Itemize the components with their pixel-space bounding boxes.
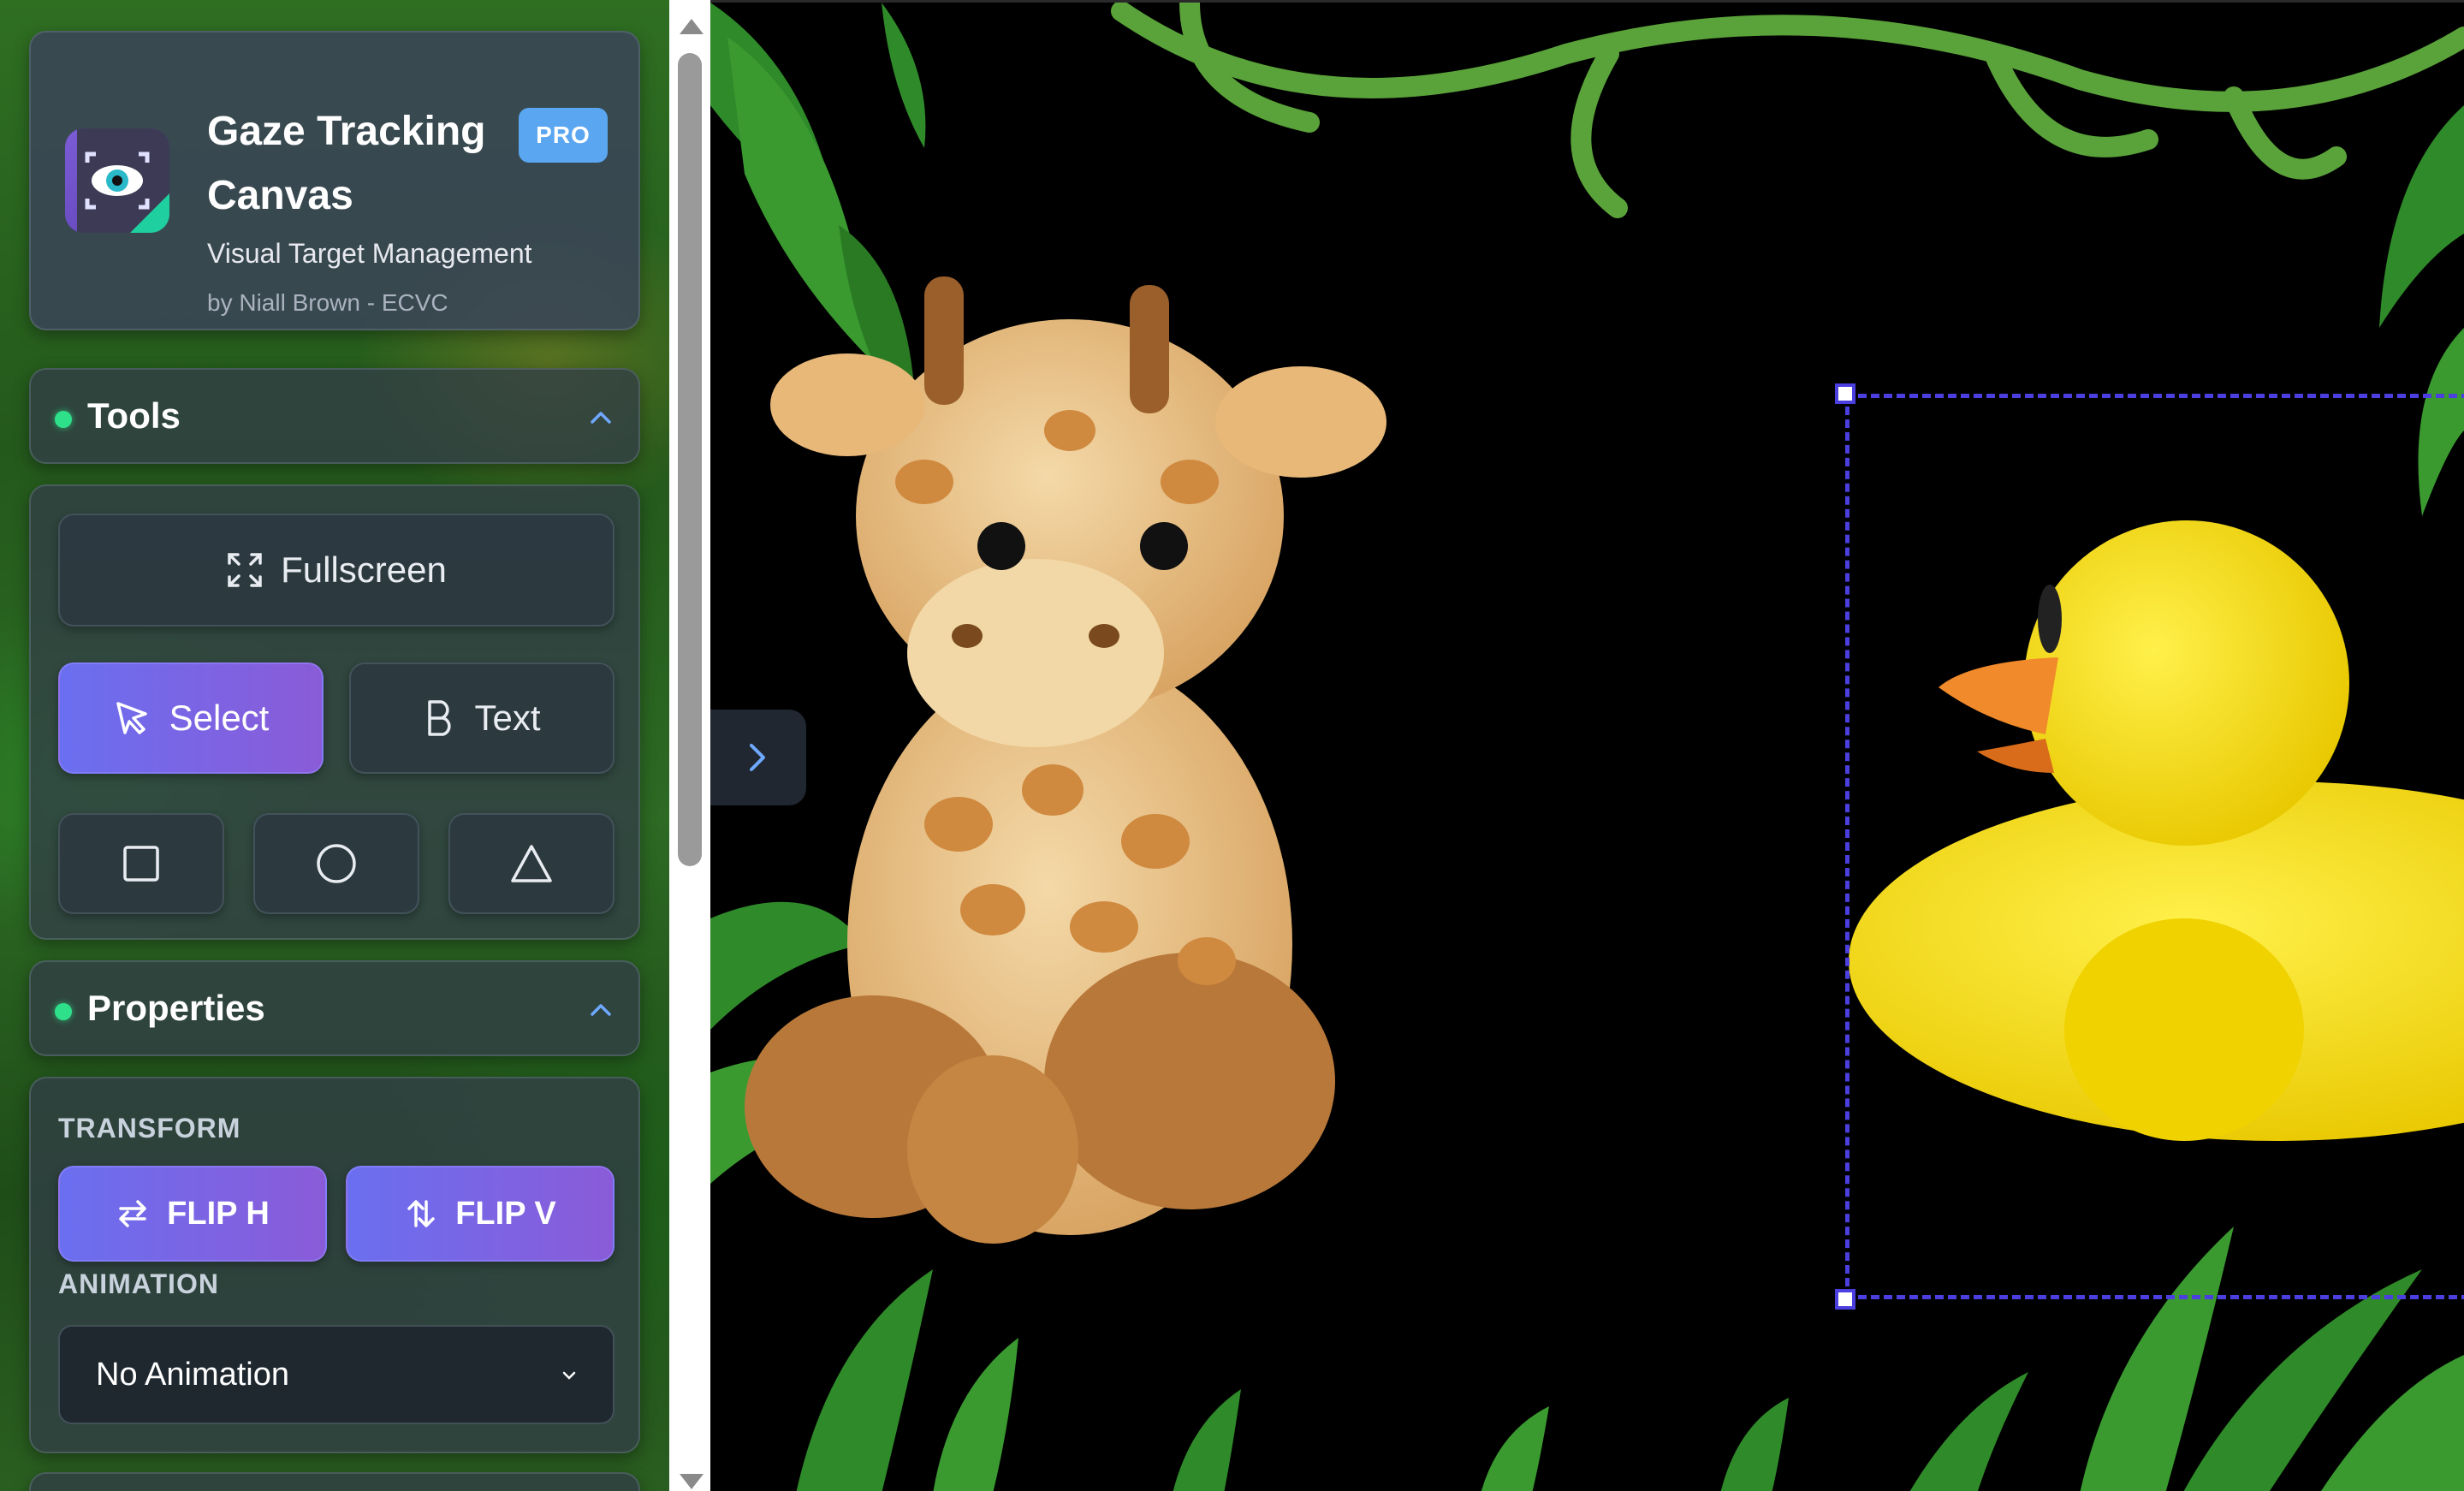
sidebar-scrollbar[interactable] [669, 0, 710, 1491]
resize-handle-bottom-left[interactable] [1835, 1289, 1855, 1310]
text-tool-button[interactable]: Text [349, 662, 615, 774]
rectangle-tool-button[interactable] [58, 813, 224, 914]
app-title: Gaze Tracking Canvas [207, 109, 486, 218]
animation-select-value: No Animation [96, 1356, 290, 1393]
pro-badge: PRO [519, 108, 608, 163]
flip-h-label: FLIP H [167, 1195, 270, 1232]
selection-box[interactable] [1845, 394, 2464, 1299]
flip-vertical-button[interactable]: FLIP V [346, 1166, 615, 1262]
chevron-up-icon[interactable] [587, 996, 615, 1024]
tools-panel: Fullscreen Select Text [29, 484, 640, 940]
properties-section-header[interactable]: Properties [29, 960, 640, 1056]
select-tool-button[interactable]: Select [58, 662, 324, 774]
circle-tool-button[interactable] [253, 813, 419, 914]
triangle-tool-button[interactable] [448, 813, 615, 914]
canvas-area[interactable] [710, 0, 2464, 1491]
circle-icon [317, 844, 356, 883]
swap-horizontal-icon [119, 1200, 146, 1227]
chevron-down-icon [562, 1371, 576, 1380]
app-author: by Niall Brown - ECVC [207, 289, 448, 316]
gaze-eye-app-icon [65, 128, 169, 233]
animation-select[interactable]: No Animation [58, 1325, 615, 1424]
animation-label: ANIMATION [58, 1268, 219, 1299]
fullscreen-button[interactable]: Fullscreen [58, 514, 615, 627]
sidebar: Gaze Tracking Canvas PRO Visual Target M… [0, 0, 669, 1491]
properties-section-label: Properties [87, 988, 265, 1028]
giraffe-plush[interactable] [745, 276, 1386, 1244]
flip-horizontal-button[interactable]: FLIP H [58, 1166, 327, 1262]
square-icon [123, 846, 159, 882]
swap-vertical-icon [407, 1200, 435, 1227]
fullscreen-label: Fullscreen [281, 549, 447, 590]
bold-text-icon [428, 700, 452, 736]
text-tool-label: Text [474, 698, 541, 738]
status-dot [55, 411, 72, 428]
app-header-card: Gaze Tracking Canvas PRO Visual Target M… [29, 31, 640, 330]
next-section-card [29, 1472, 640, 1491]
properties-panel: TRANSFORM FLIP H FLIP V ANIMATION No Ani… [29, 1077, 640, 1453]
tools-section-label: Tools [87, 395, 181, 436]
expand-icon [228, 553, 262, 587]
app-subtitle: Visual Target Management [207, 238, 532, 269]
expand-sidebar-tab[interactable] [710, 710, 806, 805]
scroll-thumb[interactable] [678, 53, 702, 866]
transform-label: TRANSFORM [58, 1113, 241, 1143]
resize-handle-top-left[interactable] [1835, 383, 1855, 404]
triangle-icon [511, 845, 552, 882]
tools-section-header[interactable]: Tools [29, 368, 640, 464]
flip-v-label: FLIP V [455, 1195, 556, 1232]
scroll-down-arrow-icon[interactable] [680, 1474, 704, 1489]
chevron-right-icon [750, 744, 765, 771]
chevron-up-icon[interactable] [587, 404, 615, 431]
status-dot [55, 1003, 72, 1020]
scroll-up-arrow-icon[interactable] [680, 19, 704, 34]
select-tool-label: Select [169, 698, 270, 738]
cursor-arrow-icon [116, 702, 147, 734]
